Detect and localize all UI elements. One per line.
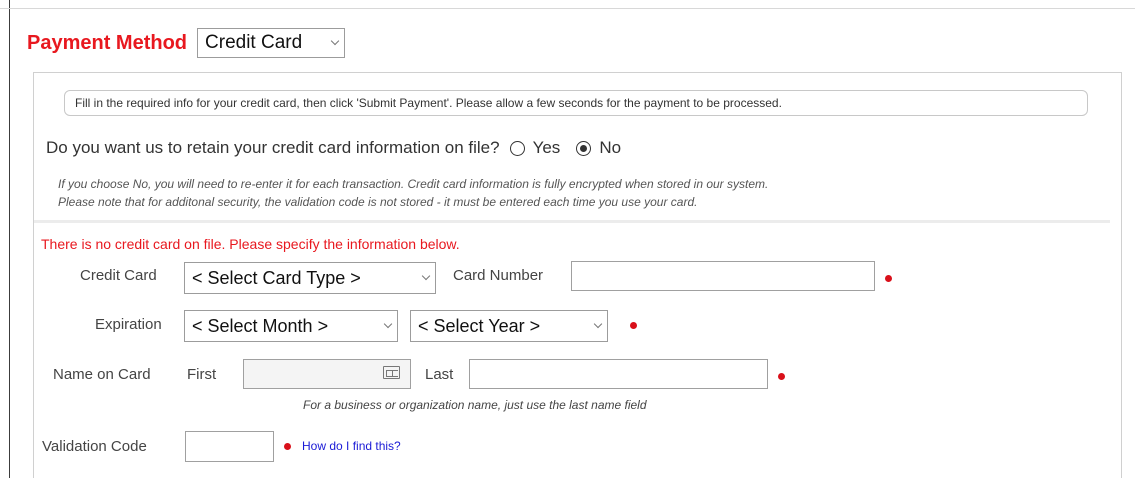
- payment-method-row: Payment Method Credit Card: [27, 26, 346, 60]
- required-indicator: [885, 275, 892, 282]
- expiration-year-select[interactable]: < Select Year >: [410, 310, 608, 342]
- payment-method-label: Payment Method: [27, 31, 188, 54]
- name-on-card-label: Name on Card: [53, 366, 151, 383]
- name-hint: For a business or organization name, jus…: [303, 398, 647, 412]
- retain-question: Do you want us to retain your credit car…: [46, 138, 500, 157]
- last-name-input[interactable]: [469, 359, 768, 389]
- first-name-label: First: [187, 366, 217, 383]
- expiration-month-select[interactable]: < Select Month >: [184, 310, 398, 342]
- expiration-year-value: < Select Year >: [418, 315, 541, 336]
- retain-note-line-1: If you choose No, you will need to re-en…: [58, 177, 769, 191]
- credit-card-label: Credit Card: [80, 267, 157, 284]
- contact-card-icon[interactable]: [383, 366, 400, 379]
- retain-no-radio[interactable]: [576, 140, 592, 156]
- expiration-label: Expiration: [95, 316, 162, 333]
- no-card-message: There is no credit card on file. Please …: [41, 236, 460, 252]
- chevron-down-icon: [330, 36, 340, 46]
- payment-form-page: Payment Method Credit Card Fill in the r…: [0, 0, 1135, 478]
- window-left-border: [9, 0, 10, 478]
- chevron-down-icon: [593, 319, 603, 329]
- card-number-input[interactable]: [571, 261, 875, 291]
- how-to-find-link[interactable]: How do I find this?: [302, 439, 401, 453]
- window-top-border: [0, 8, 1135, 9]
- instructions-text: Fill in the required info for your credi…: [75, 96, 782, 110]
- retain-yes-radio[interactable]: [509, 140, 525, 156]
- validation-code-label: Validation Code: [42, 438, 147, 455]
- instructions-box: Fill in the required info for your credi…: [64, 90, 1088, 116]
- retain-no-label[interactable]: No: [599, 138, 621, 158]
- retain-yes-label[interactable]: Yes: [533, 138, 561, 158]
- last-name-label: Last: [425, 366, 454, 383]
- required-indicator: [778, 373, 785, 380]
- expiration-month-value: < Select Month >: [192, 315, 329, 336]
- card-number-label: Card Number: [453, 267, 544, 284]
- chevron-down-icon: [421, 271, 431, 281]
- required-indicator: [630, 322, 637, 329]
- retain-note-line-2: Please note that for additonal security,…: [58, 195, 698, 209]
- card-type-select[interactable]: < Select Card Type >: [184, 262, 436, 294]
- chevron-down-icon: [383, 319, 393, 329]
- required-indicator: [284, 443, 291, 450]
- validation-code-input[interactable]: [185, 431, 274, 462]
- section-divider: [34, 220, 1110, 223]
- payment-method-select[interactable]: Credit Card: [197, 28, 346, 58]
- card-type-value: < Select Card Type >: [192, 267, 361, 288]
- payment-method-value: Credit Card: [205, 32, 303, 53]
- retain-question-row: Do you want us to retain your credit car…: [46, 133, 627, 163]
- retain-note: If you choose No, you will need to re-en…: [58, 175, 768, 211]
